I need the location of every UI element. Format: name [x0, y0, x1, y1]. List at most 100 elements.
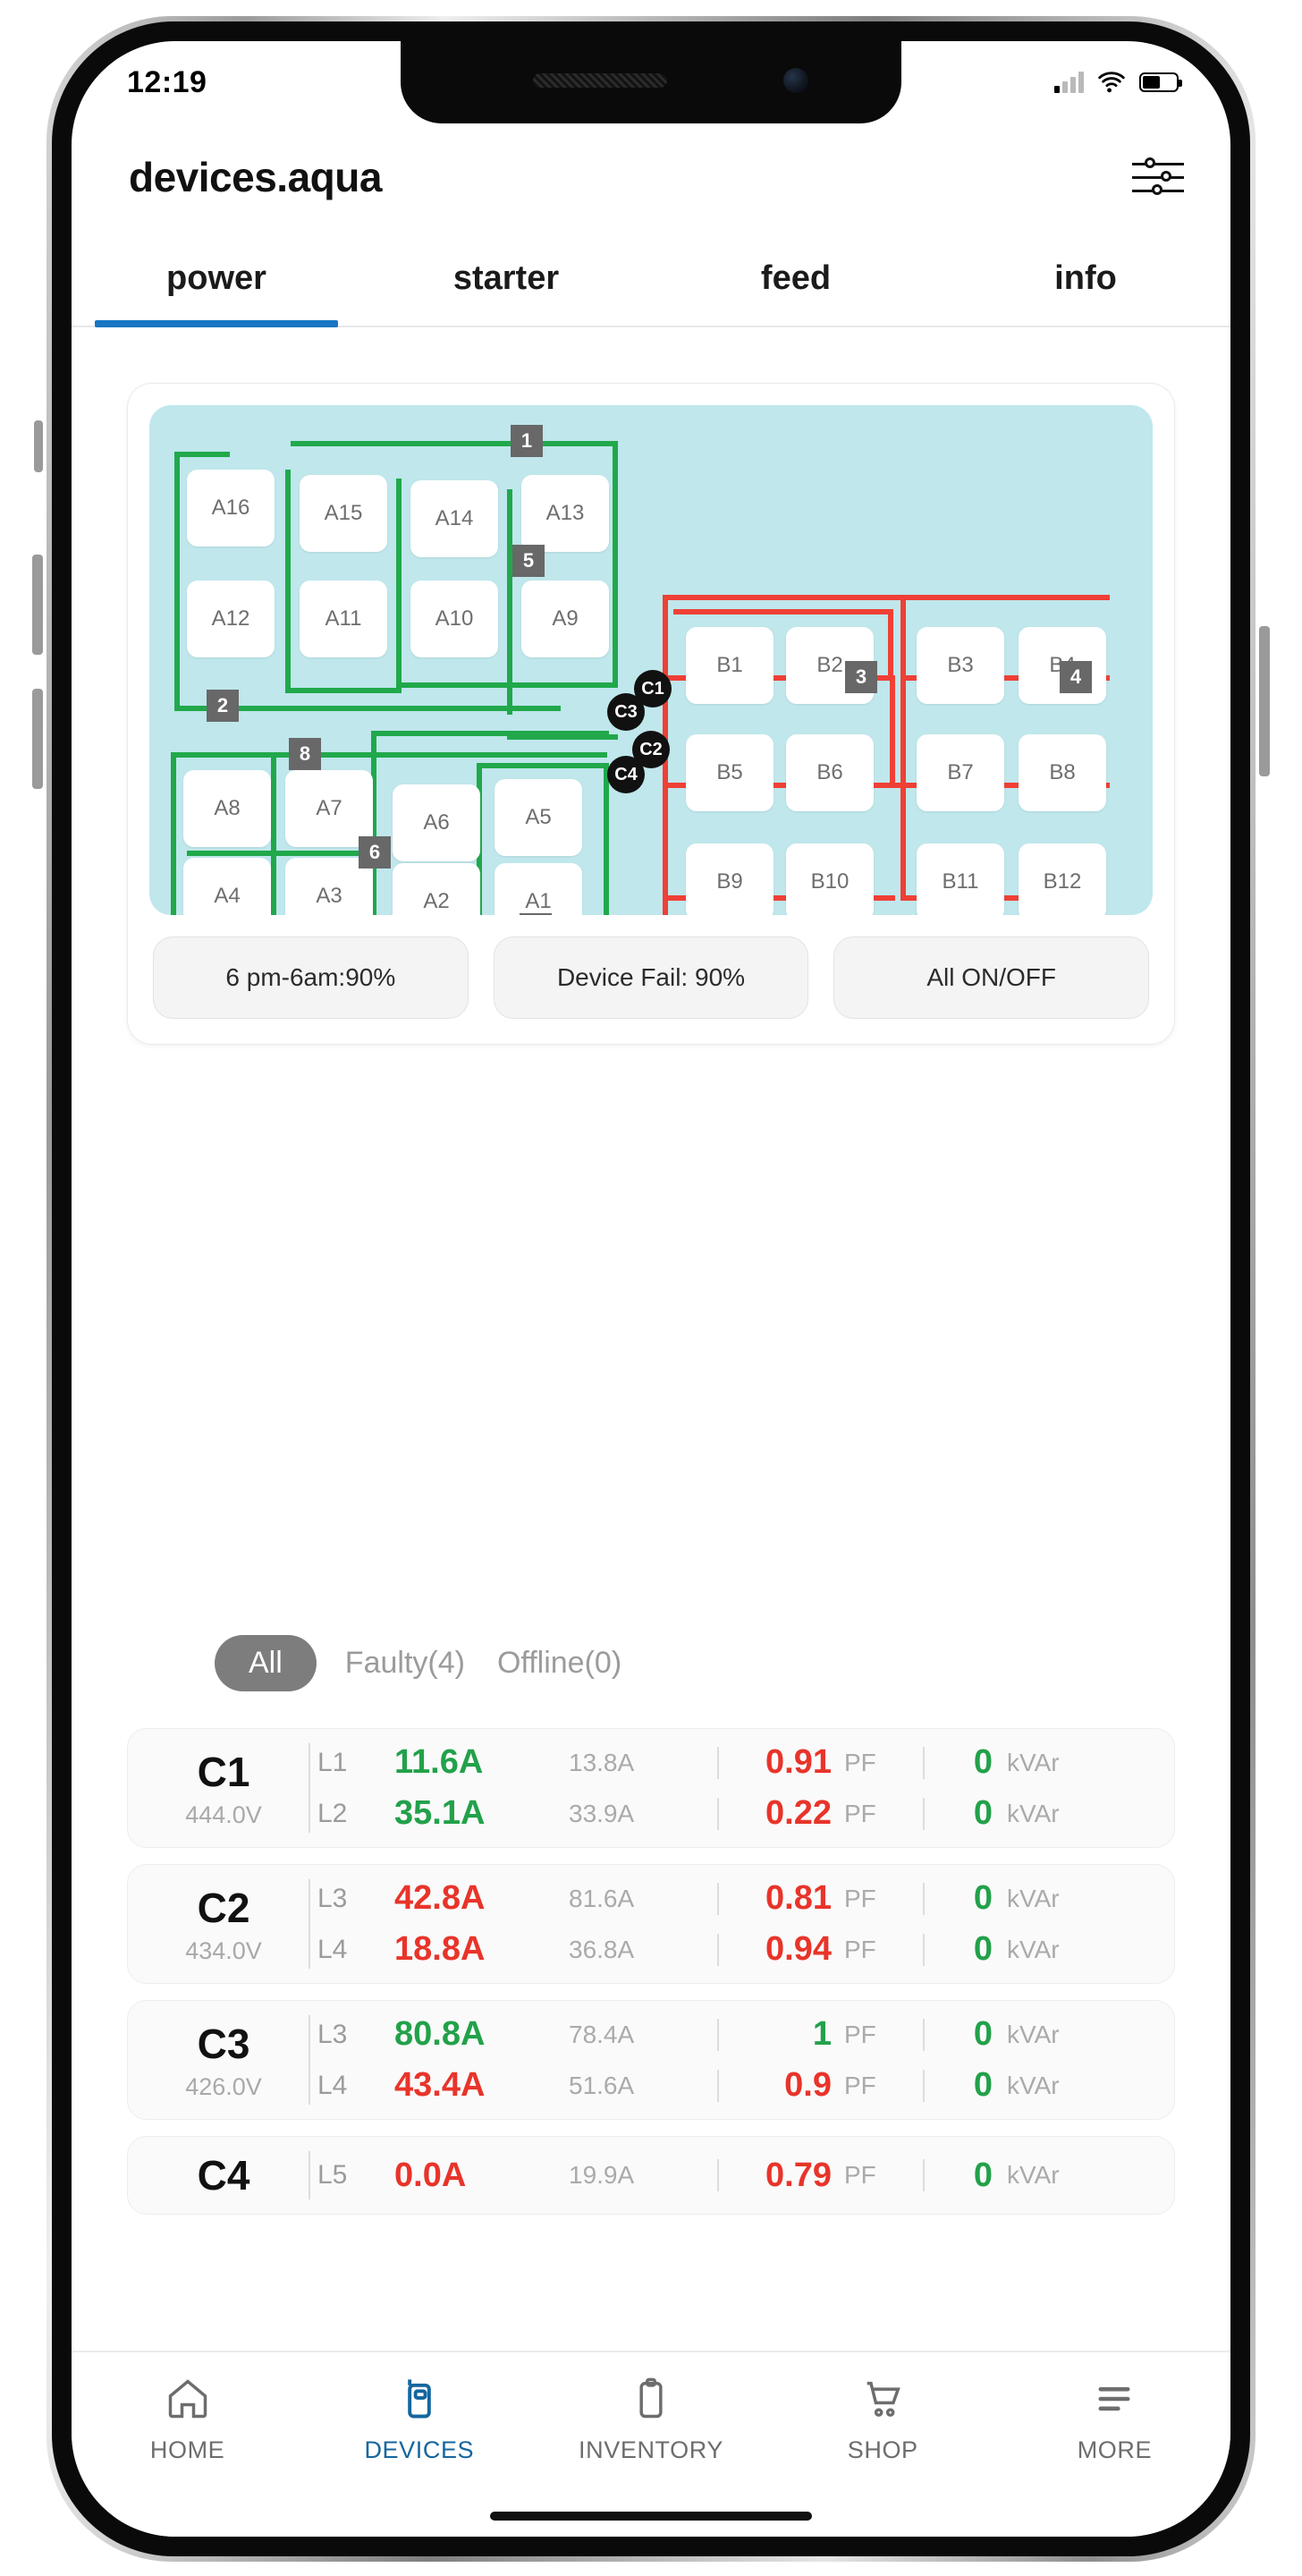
wire-green [187, 851, 373, 856]
volume-down-button[interactable] [32, 689, 43, 789]
nav-shop[interactable]: SHOP [767, 2374, 999, 2464]
kvar-unit: kVAr [1007, 1748, 1060, 1776]
nav-shop-label: SHOP [847, 2436, 918, 2463]
line-current: 35.1A [394, 1794, 486, 1832]
group-tag-5: 5 [512, 545, 545, 577]
group-tag-4: 4 [1060, 661, 1092, 693]
node-b9[interactable]: B9 [686, 843, 774, 915]
node-a11[interactable]: A11 [300, 580, 387, 657]
node-a16[interactable]: A16 [187, 470, 275, 547]
wire-green [285, 688, 402, 693]
all-on-off-button[interactable]: All ON/OFF [833, 936, 1150, 1019]
node-a14[interactable]: A14 [410, 480, 498, 557]
wire-green [613, 441, 618, 687]
kvar-unit: kVAr [1007, 2071, 1060, 2099]
divider [923, 1933, 925, 1966]
divider [923, 1882, 925, 1915]
node-b10[interactable]: B10 [786, 843, 874, 915]
group-tag-6: 6 [359, 836, 391, 869]
filter-all[interactable]: All [215, 1635, 317, 1691]
connector-c4[interactable]: C4 [607, 756, 645, 793]
group-tag-3: 3 [845, 661, 877, 693]
node-a13[interactable]: A13 [521, 475, 609, 552]
device-identity: C1 444.0V [139, 1748, 309, 1829]
connector-c3[interactable]: C3 [607, 693, 645, 731]
node-b11[interactable]: B11 [917, 843, 1004, 915]
node-a1[interactable]: A1 [495, 863, 582, 915]
node-b1[interactable]: B1 [686, 627, 774, 704]
line-rated: 51.6A [569, 2071, 635, 2099]
tab-power[interactable]: power [72, 231, 361, 327]
pf-unit: PF [844, 2071, 876, 2099]
node-a4[interactable]: A4 [183, 858, 271, 915]
line-reading: L3 42.8A 81.6A 0.81 PF 0 kVAr [317, 1879, 1158, 1918]
table-row[interactable]: C3 426.0V L3 80.8A 78.4A 1 PF 0 kVAr L4 … [127, 2000, 1175, 2120]
node-a10[interactable]: A10 [410, 580, 498, 657]
node-b12[interactable]: B12 [1019, 843, 1106, 915]
tab-feed[interactable]: feed [651, 231, 941, 326]
node-b6[interactable]: B6 [786, 734, 874, 811]
kvar-value: 0 [973, 2015, 993, 2053]
filter-faulty[interactable]: Faulty(4) [342, 1637, 469, 1690]
schedule-button[interactable]: 6 pm-6am:90% [153, 936, 469, 1019]
nav-devices[interactable]: DEVICES [303, 2374, 535, 2464]
sliders-icon[interactable] [1132, 156, 1184, 199]
wire-red [663, 895, 668, 915]
line-current: 18.8A [394, 1930, 486, 1968]
mute-switch[interactable] [34, 420, 43, 472]
wire-red [900, 788, 906, 895]
node-b3[interactable]: B3 [917, 627, 1004, 704]
tab-starter[interactable]: starter [361, 231, 651, 326]
wire-red [888, 609, 893, 675]
line-current: 0.0A [394, 2156, 467, 2194]
power-factor: 0.81 [765, 1879, 832, 1917]
line-reading: L3 80.8A 78.4A 1 PF 0 kVAr [317, 2015, 1158, 2054]
node-a12[interactable]: A12 [187, 580, 275, 657]
divider [717, 2018, 719, 2051]
line-rated: 19.9A [569, 2161, 635, 2189]
kvar-value: 0 [973, 2066, 993, 2104]
pf-unit: PF [844, 1799, 876, 1827]
cart-icon [858, 2374, 908, 2424]
table-row[interactable]: C2 434.0V L3 42.8A 81.6A 0.81 PF 0 kVAr [127, 1864, 1175, 1984]
kvar-value: 0 [973, 1930, 993, 1968]
group-tag-8: 8 [289, 738, 321, 770]
divider [717, 1797, 719, 1830]
nav-inventory-label: INVENTORY [579, 2436, 723, 2463]
node-a15[interactable]: A15 [300, 475, 387, 552]
nav-more[interactable]: MORE [999, 2374, 1230, 2464]
line-label: L1 [317, 1747, 348, 1777]
node-b8[interactable]: B8 [1019, 734, 1106, 811]
tab-bar: power starter feed info [72, 231, 1230, 327]
table-row[interactable]: C4 L5 0.0A 19.9A 0.79 PF 0 kVAr [127, 2136, 1175, 2215]
topology-card: A16 A15 A14 A13 A12 A11 A10 A9 A8 A7 A6 … [127, 383, 1175, 1045]
home-indicator[interactable] [490, 2512, 812, 2521]
power-factor: 0.79 [765, 2156, 832, 2194]
node-a5[interactable]: A5 [495, 779, 582, 856]
divider [309, 2151, 310, 2199]
node-b5[interactable]: B5 [686, 734, 774, 811]
node-a6[interactable]: A6 [393, 784, 480, 861]
device-fail-button[interactable]: Device Fail: 90% [493, 936, 809, 1019]
line-label: L4 [317, 1934, 348, 1964]
wire-green [174, 452, 180, 711]
line-label: L2 [317, 1798, 348, 1828]
diagram-actions: 6 pm-6am:90% Device Fail: 90% All ON/OFF [153, 936, 1150, 1019]
status-clock: 12:19 [127, 64, 207, 99]
volume-up-button[interactable] [32, 555, 43, 655]
nav-home[interactable]: HOME [72, 2374, 303, 2464]
device-identity: C4 [139, 2151, 309, 2199]
nav-inventory[interactable]: INVENTORY [535, 2374, 766, 2464]
power-factor: 0.91 [765, 1743, 832, 1781]
node-a2[interactable]: A2 [393, 863, 480, 915]
wire-green [291, 441, 618, 446]
status-icons [1054, 71, 1182, 94]
filter-offline[interactable]: Offline(0) [494, 1637, 625, 1690]
wire-red [900, 595, 906, 788]
node-b7[interactable]: B7 [917, 734, 1004, 811]
table-row[interactable]: C1 444.0V L1 11.6A 13.8A 0.91 PF 0 kVAr [127, 1728, 1175, 1848]
tab-info[interactable]: info [941, 231, 1230, 326]
node-a8[interactable]: A8 [183, 770, 271, 847]
power-button[interactable] [1259, 626, 1270, 776]
node-a9[interactable]: A9 [521, 580, 609, 657]
